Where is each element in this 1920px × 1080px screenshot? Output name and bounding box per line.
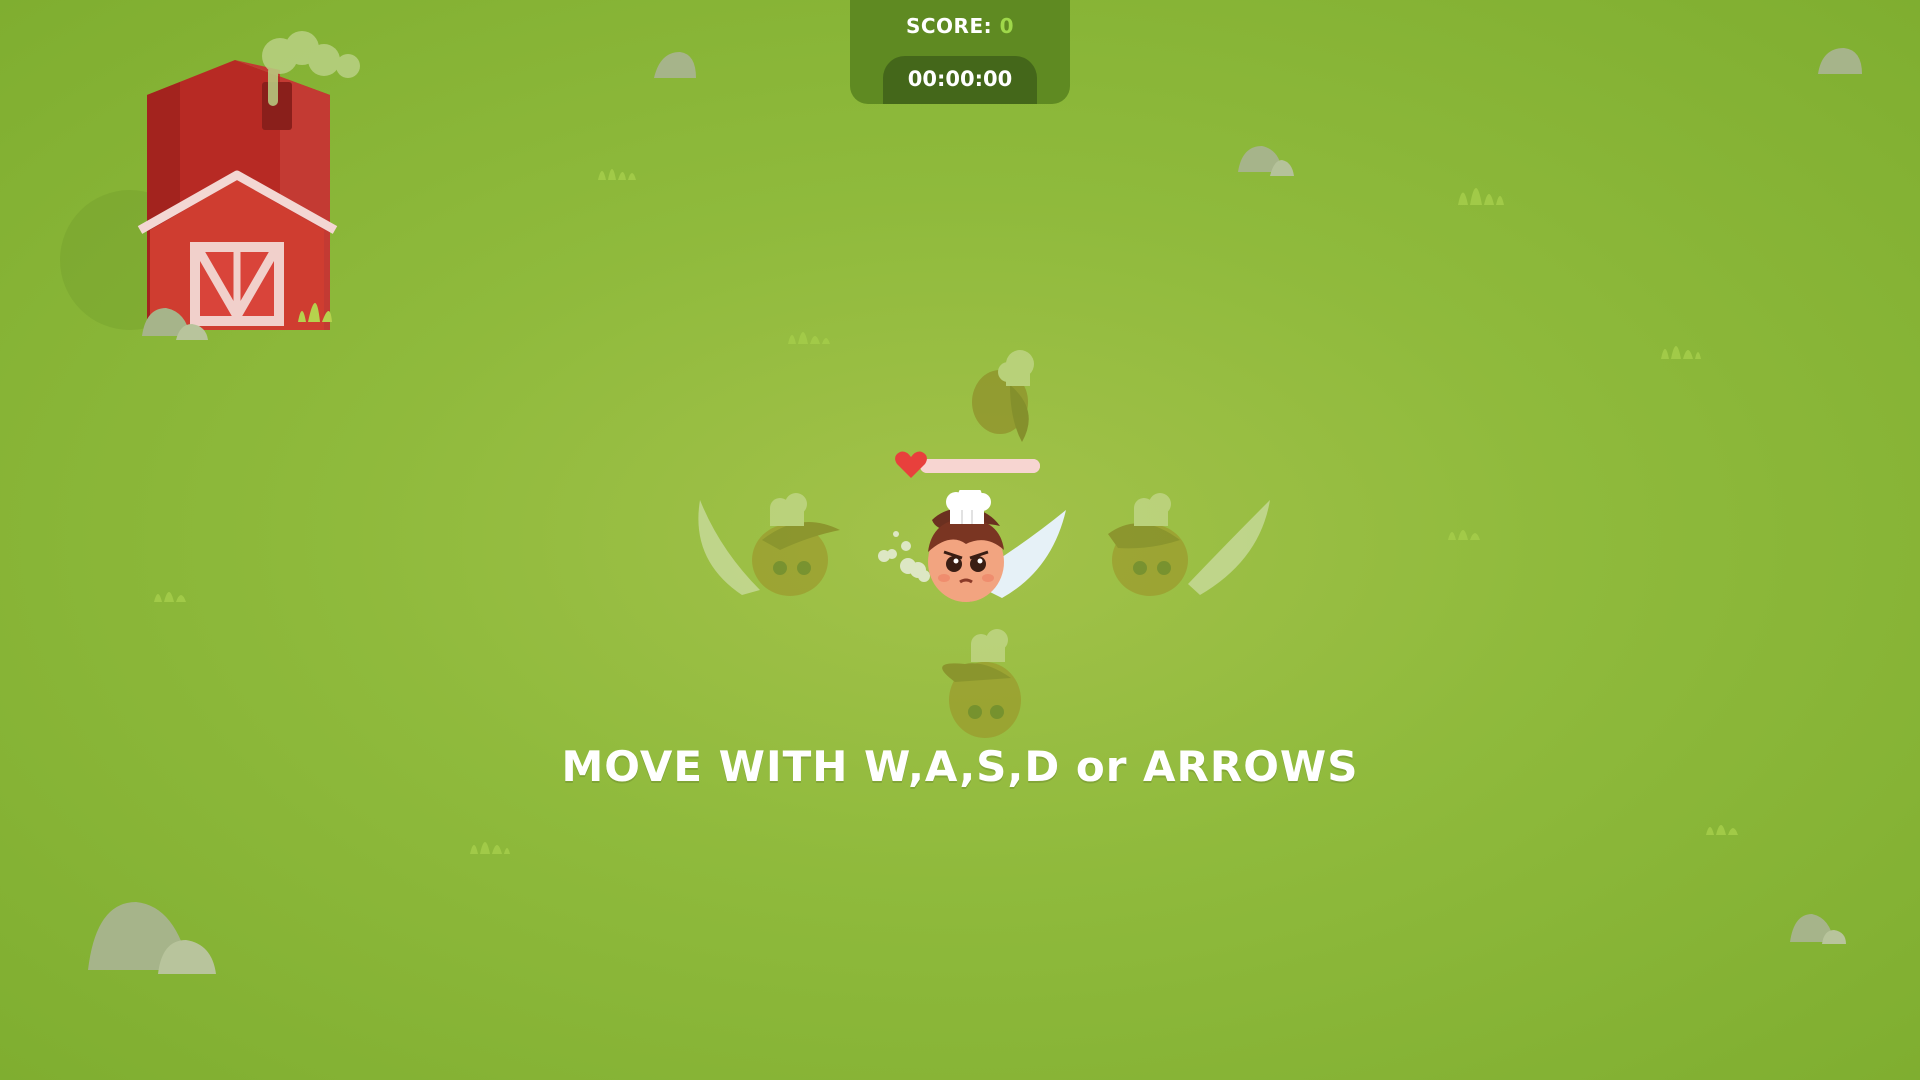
dust-puffs	[878, 531, 930, 582]
grass-tuft	[154, 592, 186, 602]
grass-tuft	[1458, 188, 1504, 205]
timer-display: 00:00:00	[883, 56, 1037, 104]
grass-tuft	[470, 842, 510, 854]
ghost-direction-hint	[1108, 493, 1270, 596]
chef-player	[878, 490, 1066, 602]
score-timer-panel: SCORE: 0 00:00:00	[850, 0, 1070, 104]
grass-tuft	[1448, 530, 1480, 540]
barn	[60, 31, 360, 340]
movement-instructions: MOVE WITH W,A,S,D or ARROWS	[561, 742, 1359, 791]
score-value: 0	[999, 14, 1015, 38]
player-health-fill	[920, 459, 1040, 473]
grass-tuft	[1706, 825, 1738, 835]
ghost-direction-hint	[942, 629, 1021, 738]
score-display: SCORE: 0	[850, 14, 1070, 38]
score-label: SCORE:	[905, 14, 993, 38]
rock	[1818, 48, 1862, 74]
ghost-direction-hint	[972, 350, 1034, 442]
heart-icon	[895, 451, 927, 478]
grass-tuft	[1661, 346, 1701, 359]
grass-tuft	[598, 169, 636, 180]
ghost-direction-hint	[698, 493, 840, 596]
rock	[654, 52, 696, 78]
player-health-bar	[920, 459, 1040, 473]
